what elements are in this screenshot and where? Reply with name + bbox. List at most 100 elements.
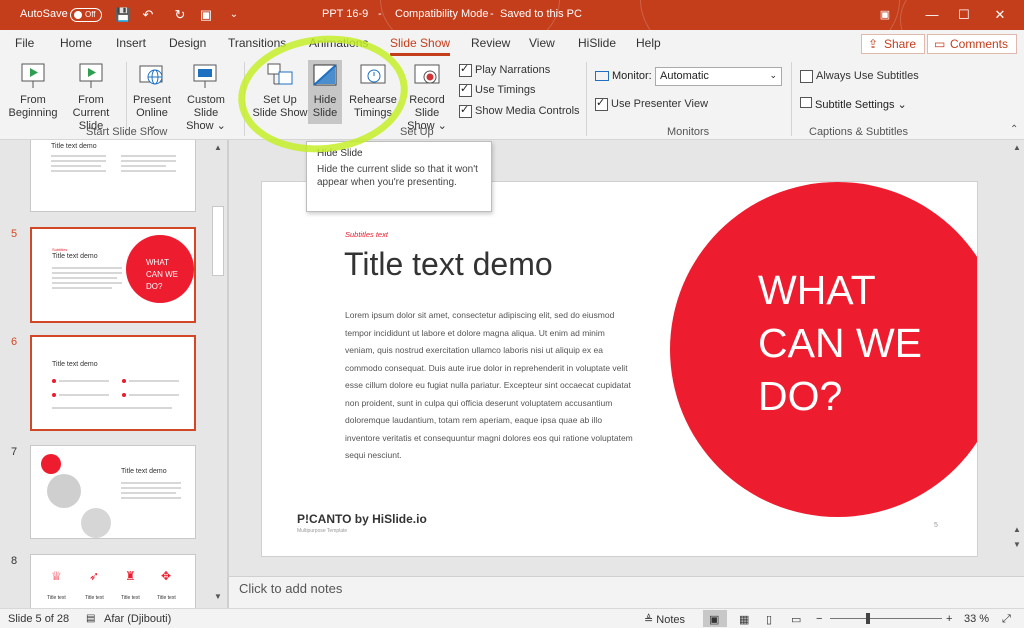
slide-thumbnail-4[interactable]: Title text demo <box>30 140 196 212</box>
slide-body-text[interactable]: Lorem ipsum dolor sit amet, consectetur … <box>345 307 633 465</box>
custom-slide-show-button[interactable]: Custom Slide Show ⌄ <box>174 60 238 133</box>
from-beginning-button[interactable]: From Beginning <box>6 60 60 120</box>
brand-subtext: Multipurpose Template <box>297 528 348 534</box>
slide-thumbnail-7[interactable]: Title text demo <box>30 445 196 539</box>
slide-sorter-icon[interactable]: ▦ <box>739 613 749 626</box>
from-current-slide-button[interactable]: From Current Slide <box>60 60 122 133</box>
handshake-icon: ✥ <box>161 569 172 583</box>
compatibility-mode: Compatibility Mode <box>395 8 489 20</box>
share-icon: ⇪ <box>868 37 879 51</box>
always-use-subtitles-checkbox[interactable]: Always Use Subtitles <box>800 70 919 83</box>
circle-text[interactable]: WHAT CAN WE DO? <box>758 264 922 423</box>
slide-counter: Slide 5 of 28 <box>8 613 70 625</box>
comment-icon: ▭ <box>934 37 946 51</box>
slide-show-view-icon[interactable]: ▭ <box>791 613 801 626</box>
zoom-slider[interactable] <box>830 618 942 619</box>
subtitle-settings-icon <box>800 97 812 108</box>
tab-insert[interactable]: Insert <box>116 36 146 50</box>
tab-hislide[interactable]: HiSlide <box>578 36 616 50</box>
use-timings-checkbox[interactable]: Use Timings <box>459 82 536 97</box>
collapse-ribbon-icon[interactable]: ⌃ <box>1010 124 1018 135</box>
slide-thumbnail-panel: Title text demo 5 Subtitles Title text d… <box>0 140 228 608</box>
undo-icon[interactable]: ↶ <box>140 7 156 23</box>
maximize-icon[interactable]: ☐ <box>954 5 974 25</box>
rocket-icon: ➶ <box>89 569 100 583</box>
normal-view-icon[interactable]: ▣ <box>709 613 719 626</box>
notes-placeholder[interactable]: Click to add notes <box>239 581 342 596</box>
save-icon[interactable]: 💾 <box>115 7 131 23</box>
monitor-icon <box>595 71 609 81</box>
tab-design[interactable]: Design <box>169 36 206 50</box>
minimize-icon[interactable]: — <box>922 5 942 25</box>
tooltip-body: Hide the current slide so that it won't … <box>317 164 478 188</box>
autosave-label: AutoSave <box>20 8 68 20</box>
thumbnail-scrollbar[interactable]: ▲ ▼ <box>211 140 225 608</box>
globe-icon <box>137 62 167 90</box>
scroll-down-icon[interactable]: ▼ <box>1013 540 1021 549</box>
monitor-label: Monitor: <box>612 70 652 82</box>
play-from-current-icon <box>76 62 106 90</box>
redo-icon[interactable]: ↻ <box>172 7 188 23</box>
present-icon[interactable]: ▣ <box>198 7 214 23</box>
slide-number: 5 <box>11 228 18 240</box>
monitors-group-label: Monitors <box>667 126 710 138</box>
tab-help[interactable]: Help <box>636 36 661 50</box>
language-indicator[interactable]: Afar (Djibouti) <box>104 613 171 625</box>
comments-button[interactable]: ▭ Comments <box>927 34 1018 54</box>
slide-scrollbar[interactable]: ▲ ▲ ▼ <box>1011 140 1024 576</box>
notes-pane[interactable]: Click to add notes <box>229 576 1024 608</box>
scrollbar-thumb[interactable] <box>212 206 224 276</box>
brand-logo-text: P!CANTO by HiSlide.io <box>297 512 427 526</box>
trophy-icon: ♕ <box>51 569 62 583</box>
reading-view-icon[interactable]: ▯ <box>766 613 772 626</box>
document-name: PPT 16-9 <box>322 8 369 20</box>
status-bar: Slide 5 of 28 ▤ Afar (Djibouti) ≜ Notes … <box>0 608 1024 628</box>
zoom-in-button[interactable]: + <box>946 613 952 625</box>
autosave-toggle[interactable]: Off <box>70 8 102 22</box>
spellcheck-icon[interactable]: ▤ <box>86 613 95 624</box>
tab-view[interactable]: View <box>529 36 555 50</box>
save-status: Saved to this PC <box>500 8 582 20</box>
slide-page-number: 5 <box>934 522 938 529</box>
slide-number: 7 <box>11 446 18 458</box>
notes-toggle-button[interactable]: ≜ Notes <box>644 613 685 626</box>
play-narrations-checkbox[interactable]: Play Narrations <box>459 62 550 77</box>
monitor-dropdown[interactable]: Automatic ⌄ <box>655 67 782 86</box>
scroll-up-icon[interactable]: ▲ <box>1013 143 1021 152</box>
scroll-up-icon[interactable]: ▲ <box>214 143 222 152</box>
slide-number: 6 <box>11 336 18 348</box>
slide-subtitle[interactable]: Subtitles text <box>345 230 388 239</box>
tab-file[interactable]: File <box>15 36 34 50</box>
tab-review[interactable]: Review <box>471 36 510 50</box>
scroll-down-icon[interactable]: ▼ <box>214 592 222 601</box>
scroll-up-icon[interactable]: ▲ <box>1013 525 1021 534</box>
slide-number: 8 <box>11 555 18 567</box>
slide-thumbnail-5[interactable]: Subtitles Title text demo WHAT CAN WE DO… <box>30 227 196 323</box>
play-from-start-icon <box>18 62 48 90</box>
current-slide[interactable]: Subtitles text Title text demo Lorem ips… <box>261 181 978 557</box>
show-media-controls-checkbox[interactable]: Show Media Controls <box>459 103 580 118</box>
fit-to-window-icon[interactable]: ⤢ <box>1002 613 1011 626</box>
ribbon: From Beginning From Current Slide Presen… <box>0 56 1024 140</box>
tab-home[interactable]: Home <box>60 36 92 50</box>
subtitle-settings-button[interactable]: Subtitle Settings ⌄ <box>815 98 907 111</box>
slide-thumbnail-6[interactable]: Title text demo <box>30 335 196 431</box>
building-icon: ♜ <box>125 569 136 583</box>
slide-title[interactable]: Title text demo <box>344 246 553 283</box>
ribbon-display-icon[interactable]: ▣ <box>875 5 895 25</box>
use-presenter-view-checkbox[interactable]: Use Presenter View <box>595 96 708 111</box>
hide-slide-tooltip: Hide Slide Hide the current slide so tha… <box>306 141 492 212</box>
share-button[interactable]: ⇪ Share <box>861 34 926 54</box>
customize-toolbar-icon[interactable]: ⌄ <box>226 7 242 23</box>
zoom-slider-handle[interactable] <box>866 613 870 624</box>
present-online-button[interactable]: Present Online ⌄ <box>130 60 174 133</box>
tab-slide-show[interactable]: Slide Show <box>390 36 451 56</box>
start-slide-show-group-label: Start Slide Show <box>86 126 168 138</box>
slide-thumbnail-8[interactable]: ♕ ➶ ♜ ✥ Title text Title text Title text… <box>30 554 196 608</box>
chevron-down-icon: ⌄ <box>769 70 777 80</box>
zoom-out-button[interactable]: − <box>816 613 822 625</box>
captions-group-label: Captions & Subtitles <box>809 126 909 138</box>
close-icon[interactable]: ✕ <box>990 5 1010 25</box>
zoom-level[interactable]: 33 % <box>964 613 989 625</box>
notes-icon: ≜ <box>644 614 657 626</box>
